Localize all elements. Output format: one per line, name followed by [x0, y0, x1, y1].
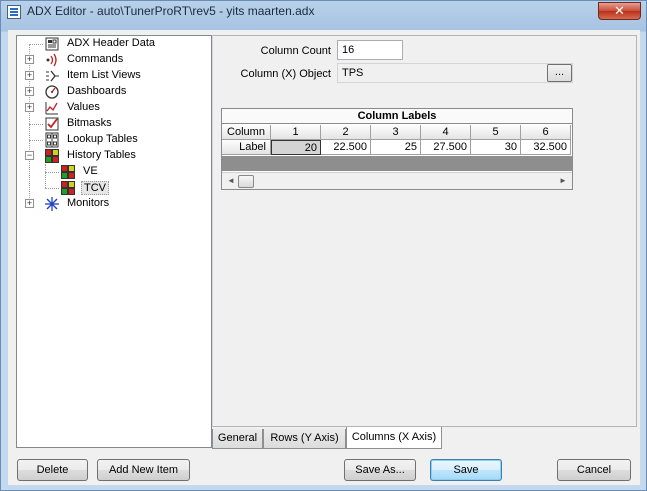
title-bar[interactable]: ADX Editor - auto\TunerProRT\rev5 - yits…	[1, 1, 646, 23]
tree-item-label: Values	[67, 101, 100, 113]
column-labels-grid[interactable]: Column Labels Column 1 2 3 4 5 6 Label 2…	[221, 108, 573, 190]
column-header-6[interactable]: 6	[521, 125, 571, 140]
monitor-star-icon	[44, 196, 60, 212]
column-header-4[interactable]: 4	[421, 125, 471, 140]
history-table-icon	[60, 164, 76, 180]
save-as-button[interactable]: Save As...	[344, 459, 416, 481]
tree-item-label: Commands	[67, 53, 124, 65]
tree-line	[45, 164, 46, 188]
scroll-right-icon[interactable]: ►	[556, 175, 570, 187]
grid-empty-area	[222, 156, 572, 171]
column-header-3[interactable]: 3	[371, 125, 421, 140]
tree-line	[29, 124, 43, 125]
tree-item-label: History Tables	[67, 149, 136, 161]
column-header-1[interactable]: 1	[271, 125, 321, 140]
properties-panel: Column Count Column (X) Object TPS ... C…	[212, 35, 637, 427]
property-tabs: General Rows (Y Axis) Columns (X Axis)	[212, 427, 637, 451]
save-button[interactable]: Save	[430, 459, 502, 481]
tab-general[interactable]: General	[212, 429, 263, 449]
window-title: ADX Editor - auto\TunerProRT\rev5 - yits…	[27, 4, 315, 18]
lookup-table-icon	[44, 132, 60, 148]
label-cell-2[interactable]: 22.500	[321, 140, 371, 155]
client-area: ADX Header Data + Commands + Item List V…	[8, 30, 640, 485]
label-cell-1[interactable]: 20	[271, 140, 321, 155]
label-cell-6[interactable]: 32.500	[521, 140, 571, 155]
tree-item-label: Monitors	[67, 197, 110, 209]
grid-title: Column Labels	[222, 109, 572, 124]
values-graph-icon	[44, 100, 60, 116]
tree-item-label: Lookup Tables	[67, 133, 138, 145]
tree-item-label: Item List Views	[67, 69, 141, 81]
expand-toggle[interactable]: +	[25, 87, 34, 96]
column-object-label: Column (X) Object	[240, 68, 331, 80]
column-object-field: TPS	[337, 63, 573, 83]
tree-item-label: VE	[83, 165, 98, 177]
grid-corner-header: Column	[222, 125, 271, 140]
history-table-icon	[44, 148, 60, 164]
tree-item-label: Dashboards	[67, 85, 127, 97]
tree-line	[29, 140, 43, 141]
expand-toggle[interactable]: +	[25, 55, 34, 64]
label-cell-4[interactable]: 27.500	[421, 140, 471, 155]
item-tree[interactable]: ADX Header Data + Commands + Item List V…	[16, 35, 212, 448]
row-header-label[interactable]: Label	[222, 140, 271, 155]
tree-item-label: ADX Header Data	[67, 37, 156, 49]
expand-toggle[interactable]: +	[25, 103, 34, 112]
tree-line	[29, 44, 43, 45]
label-cell-3[interactable]: 25	[371, 140, 421, 155]
grid-horizontal-scrollbar[interactable]: ◄ ►	[222, 172, 572, 189]
expand-toggle[interactable]: +	[25, 71, 34, 80]
column-header-5[interactable]: 5	[471, 125, 521, 140]
header-data-icon	[44, 36, 60, 52]
collapse-toggle[interactable]: −	[25, 151, 34, 160]
tab-rows-y-axis[interactable]: Rows (Y Axis)	[263, 429, 346, 449]
tab-columns-x-axis[interactable]: Columns (X Axis)	[346, 427, 442, 449]
scroll-thumb[interactable]	[238, 175, 254, 188]
close-button[interactable]: ✕	[598, 2, 641, 20]
item-list-icon	[44, 68, 60, 84]
add-new-item-button[interactable]: Add New Item	[97, 459, 190, 481]
app-icon	[7, 5, 21, 19]
column-count-input[interactable]	[337, 40, 403, 60]
tree-line	[45, 188, 59, 189]
label-cell-5[interactable]: 30	[471, 140, 521, 155]
bitmask-check-icon	[44, 116, 60, 132]
column-count-label: Column Count	[260, 45, 331, 57]
column-header-2[interactable]: 2	[321, 125, 371, 140]
browse-object-button[interactable]: ...	[547, 64, 572, 82]
history-table-icon	[60, 180, 76, 196]
dashboard-gauge-icon	[44, 84, 60, 100]
tree-item-label: Bitmasks	[67, 117, 112, 129]
commands-icon	[44, 52, 60, 68]
scroll-left-icon[interactable]: ◄	[224, 175, 238, 187]
delete-button[interactable]: Delete	[17, 459, 88, 481]
adx-editor-window: ADX Editor - auto\TunerProRT\rev5 - yits…	[0, 0, 647, 491]
tree-item-label: TCV	[81, 181, 109, 195]
tree-line	[45, 172, 59, 173]
cancel-button[interactable]: Cancel	[557, 459, 631, 481]
expand-toggle[interactable]: +	[25, 199, 34, 208]
